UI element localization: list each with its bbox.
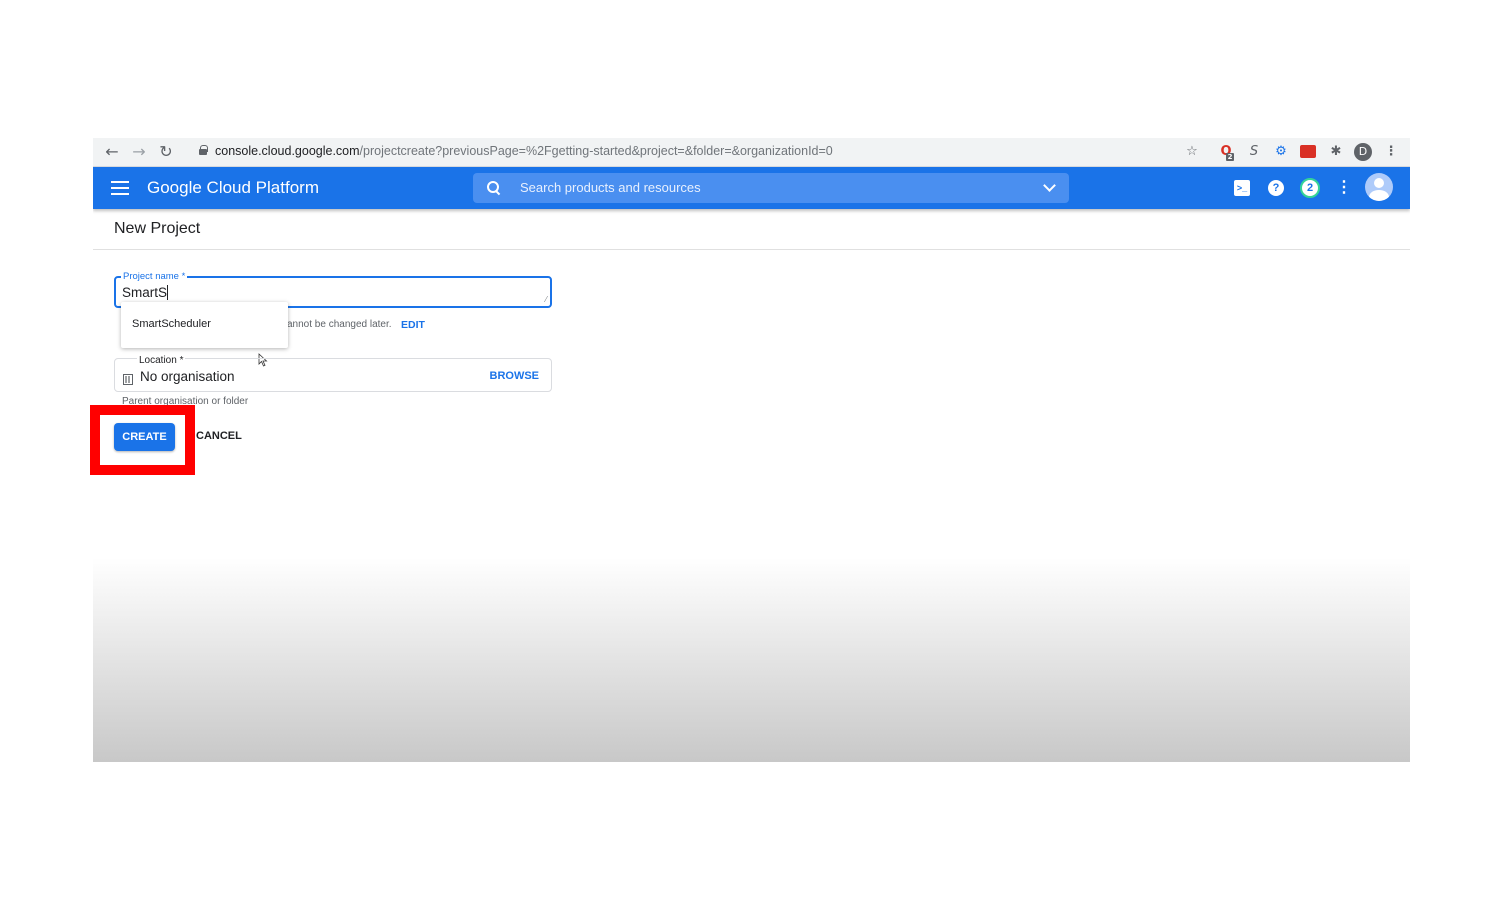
- browser-menu-icon[interactable]: ⋮: [1382, 143, 1400, 161]
- bottom-fade-overlay: [93, 558, 1410, 762]
- profile-avatar[interactable]: D: [1354, 143, 1372, 161]
- search-icon: [487, 181, 501, 195]
- lock-icon: [199, 145, 208, 155]
- browser-window: ← → ↻ console.cloud.google.com/projectcr…: [93, 138, 1410, 762]
- extension-icon-cors[interactable]: [1300, 145, 1316, 158]
- more-vert-icon[interactable]: ⋮: [1336, 180, 1352, 196]
- url-path: /projectcreate?previousPage=%2Fgetting-s…: [359, 144, 833, 158]
- star-icon[interactable]: ☆: [1183, 143, 1201, 161]
- location-label: Location *: [137, 355, 186, 366]
- location-value: No organisation: [140, 369, 235, 384]
- page-title: New Project: [114, 220, 201, 237]
- browse-button[interactable]: BROWSE: [490, 370, 540, 382]
- search-input[interactable]: Search products and resources: [473, 173, 1069, 203]
- autocomplete-dropdown: SmartScheduler: [121, 302, 288, 348]
- autocomplete-option[interactable]: SmartScheduler: [132, 318, 211, 330]
- browser-toolbar: ← → ↻ console.cloud.google.com/projectcr…: [93, 138, 1410, 167]
- back-icon[interactable]: ←: [102, 142, 122, 162]
- notifications-badge[interactable]: 2: [1300, 178, 1320, 198]
- avatar[interactable]: [1365, 173, 1393, 201]
- url-text: console.cloud.google.com/projectcreate?p…: [215, 144, 833, 158]
- cancel-button[interactable]: CANCEL: [196, 430, 242, 442]
- project-id-helper: annot be changed later.: [287, 319, 392, 330]
- cloud-shell-icon[interactable]: >_: [1234, 180, 1250, 196]
- organisation-icon: [123, 374, 133, 385]
- resize-handle-icon[interactable]: ⁄: [546, 295, 547, 304]
- highlight-box: [90, 405, 195, 475]
- address-bar[interactable]: console.cloud.google.com/projectcreate?p…: [185, 141, 1295, 163]
- extension-icon-s[interactable]: S: [1245, 143, 1263, 161]
- project-name-label: Project name *: [121, 271, 188, 282]
- search-placeholder: Search products and resources: [520, 180, 701, 195]
- project-name-value: SmartS: [122, 285, 168, 300]
- text-caret: [167, 285, 169, 300]
- puzzle-icon[interactable]: ✱: [1327, 143, 1345, 161]
- gcp-header: Google Cloud Platform Search products an…: [93, 167, 1410, 209]
- menu-icon[interactable]: [111, 181, 129, 195]
- url-host: console.cloud.google.com: [215, 144, 360, 158]
- app-title[interactable]: Google Cloud Platform: [147, 178, 319, 198]
- location-field[interactable]: Location * No organisation BROWSE: [114, 355, 552, 392]
- help-icon[interactable]: ?: [1268, 180, 1284, 196]
- chevron-down-icon[interactable]: [1043, 181, 1055, 193]
- reload-icon[interactable]: ↻: [156, 142, 176, 162]
- extension-icon-opera[interactable]: O2: [1217, 143, 1235, 161]
- edit-project-id-link[interactable]: EDIT: [401, 319, 425, 331]
- extension-icon-gear[interactable]: ⚙: [1272, 143, 1290, 161]
- forward-icon[interactable]: →: [129, 142, 149, 162]
- extension-badge: 2: [1226, 153, 1234, 161]
- divider: [93, 249, 1410, 250]
